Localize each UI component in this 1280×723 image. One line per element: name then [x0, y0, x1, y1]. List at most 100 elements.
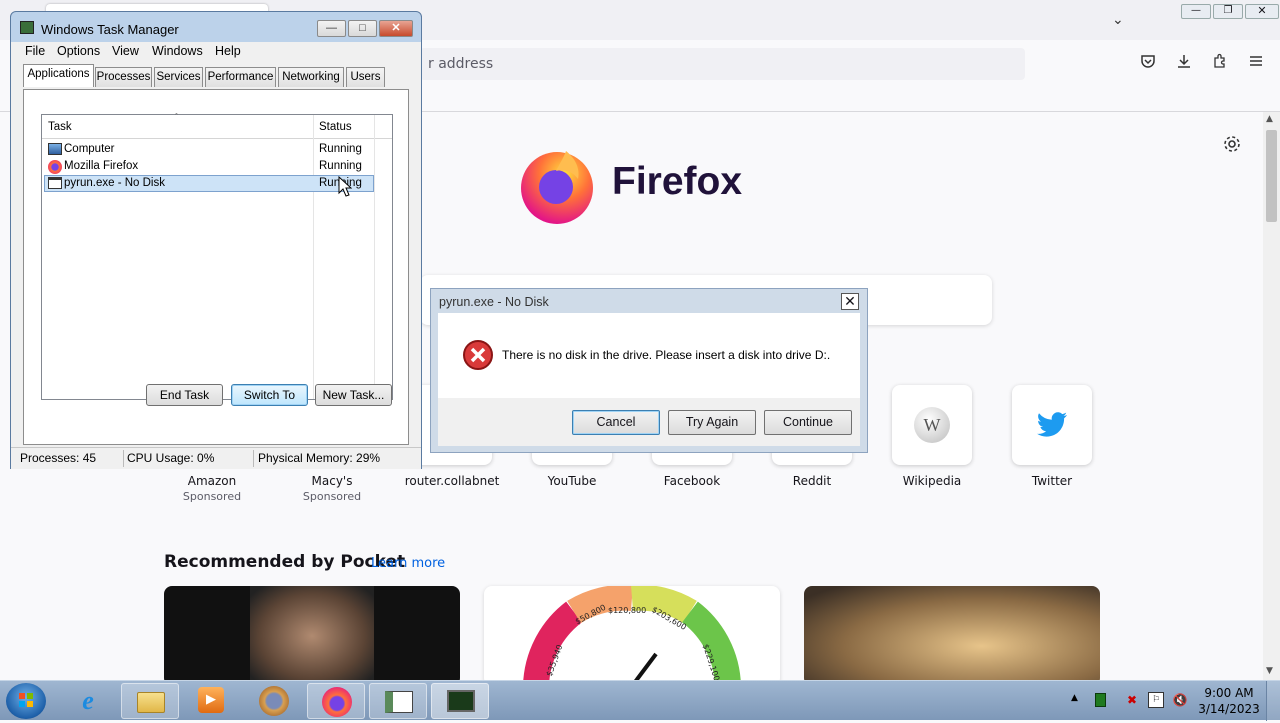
tray-show-hidden-icon[interactable]: ▲	[1071, 693, 1078, 703]
tab-networking[interactable]: Networking	[278, 67, 344, 87]
mouse-cursor-icon	[338, 175, 353, 198]
shortcut-label-router[interactable]: router.collabnet	[392, 474, 512, 488]
explorer-taskbar-button[interactable]	[121, 683, 179, 719]
column-divider	[374, 115, 375, 399]
scrollbar-up-arrow[interactable]: ▲	[1266, 114, 1273, 124]
tab-services[interactable]: Services	[154, 67, 203, 87]
internet-explorer-icon[interactable]: e	[72, 686, 104, 716]
pocket-card-1[interactable]	[164, 586, 460, 686]
dialog-title: pyrun.exe - No Disk	[439, 295, 549, 309]
wikipedia-globe-icon: W	[914, 407, 950, 443]
menu-help[interactable]: Help	[215, 44, 241, 58]
sort-arrow-icon: ˆ	[175, 112, 178, 122]
tab-applications[interactable]: Applications	[23, 64, 94, 87]
pocket-icon[interactable]	[1136, 52, 1160, 76]
shortcut-label-twitter[interactable]: Twitter	[992, 474, 1112, 488]
extensions-icon[interactable]	[1208, 52, 1232, 76]
app-menu-icon[interactable]	[1244, 52, 1268, 76]
error-icon	[462, 339, 494, 371]
shortcut-label-wikipedia[interactable]: Wikipedia	[872, 474, 992, 488]
task-row-selected[interactable]: pyrun.exe - No Disk Running	[44, 175, 374, 192]
task-row[interactable]: Computer Running	[44, 141, 374, 158]
shortcut-sponsored-macys: Sponsored	[302, 490, 362, 503]
show-desktop-button[interactable]	[1266, 681, 1280, 721]
settings-gear-icon[interactable]	[1222, 134, 1242, 154]
firefox-pinned-icon[interactable]	[259, 686, 289, 716]
shortcut-tile-twitter[interactable]	[1012, 385, 1092, 465]
task-status: Running	[319, 143, 362, 155]
continue-button[interactable]: Continue	[764, 410, 852, 435]
clock[interactable]: 9:00 AM 3/14/2023	[1198, 685, 1260, 717]
task-manager-taskbar-button[interactable]	[431, 683, 489, 719]
tray-action-center-icon[interactable]: ⚐	[1148, 692, 1164, 708]
status-divider	[253, 450, 254, 467]
dialog-message: There is no disk in the drive. Please in…	[502, 348, 831, 362]
tm-statusbar: Processes: 45 CPU Usage: 0% Physical Mem…	[11, 447, 421, 469]
status-cpu: CPU Usage: 0%	[127, 451, 215, 465]
start-button[interactable]	[6, 683, 46, 719]
new-task-button[interactable]: New Task...	[315, 384, 392, 406]
try-again-button[interactable]: Try Again	[668, 410, 756, 435]
clock-time: 9:00 AM	[1204, 686, 1254, 700]
shortcut-label-facebook[interactable]: Facebook	[632, 474, 752, 488]
task-status: Running	[319, 160, 362, 172]
menu-view[interactable]: View	[112, 44, 139, 58]
twitter-bird-icon	[1036, 411, 1068, 439]
shortcut-label-youtube[interactable]: YouTube	[512, 474, 632, 488]
switch-to-button[interactable]: Switch To	[231, 384, 308, 406]
scrollbar-down-arrow[interactable]: ▼	[1266, 666, 1273, 676]
shortcut-tile-wikipedia[interactable]: W	[892, 385, 972, 465]
shortcut-label-amazon[interactable]: Amazon	[152, 474, 272, 488]
end-task-button[interactable]: End Task	[146, 384, 223, 406]
tray-app-icon[interactable]	[1095, 693, 1106, 707]
pocket-card-2[interactable]: $50,800 $120,800 $203,600 $35,940 $229,1…	[484, 586, 780, 686]
menu-options[interactable]: Options	[57, 44, 100, 58]
task-name: pyrun.exe - No Disk	[64, 177, 165, 189]
address-bar[interactable]: r address	[420, 48, 1025, 80]
windows-logo-icon	[19, 693, 33, 707]
browser-close-button[interactable]: ✕	[1245, 4, 1279, 19]
tab-performance[interactable]: Performance	[205, 67, 276, 87]
dialog-close-icon[interactable]: ✕	[841, 293, 859, 310]
pyrun-taskbar-button[interactable]	[369, 683, 427, 719]
taskbar: e ▶ ▲ ✖ ⚐ 🔇 9:00 AM 3/14/2023	[0, 680, 1280, 721]
computer-icon	[48, 143, 62, 155]
tab-processes[interactable]: Processes	[95, 67, 152, 87]
task-manager-app-icon	[20, 21, 34, 34]
menu-file[interactable]: File	[25, 44, 45, 58]
shortcut-sponsored-amazon: Sponsored	[182, 490, 242, 503]
tm-minimize-button[interactable]: —	[317, 20, 346, 37]
gauge-label-2: $120,800	[608, 606, 647, 615]
column-task[interactable]: Task	[48, 121, 72, 133]
firefox-taskbar-button[interactable]	[307, 683, 365, 719]
browser-minimize-button[interactable]: —	[1181, 4, 1211, 19]
downloads-icon[interactable]	[1172, 52, 1196, 76]
shortcut-label-reddit[interactable]: Reddit	[752, 474, 872, 488]
dialog-footer: Cancel Try Again Continue	[438, 398, 860, 446]
pocket-card-1-image	[250, 586, 374, 686]
tray-volume-muted-icon[interactable]: 🔇	[1172, 692, 1188, 708]
tm-body: Applications Processes Services Performa…	[11, 62, 421, 447]
menu-windows[interactable]: Windows	[152, 44, 203, 58]
task-name: Mozilla Firefox	[64, 160, 139, 172]
tab-users[interactable]: Users	[346, 67, 385, 87]
pocket-learn-more-link[interactable]: Learn more	[371, 556, 445, 571]
tm-maximize-button[interactable]: □	[348, 20, 377, 37]
pocket-card-3[interactable]	[804, 586, 1100, 686]
tray-network-error-icon[interactable]: ✖	[1124, 692, 1140, 708]
shortcut-label-macys[interactable]: Macy's	[272, 474, 392, 488]
tm-close-button[interactable]: ✕	[379, 20, 413, 37]
cancel-button[interactable]: Cancel	[572, 410, 660, 435]
pocket-heading: Recommended by Pocket	[164, 552, 406, 572]
task-list[interactable]: Task ˆ Status Computer Running Mozilla F…	[41, 112, 393, 400]
dialog-body: There is no disk in the drive. Please in…	[438, 313, 860, 398]
media-player-icon[interactable]: ▶	[198, 687, 224, 713]
window-app-icon	[385, 691, 413, 713]
scrollbar-thumb[interactable]	[1266, 130, 1277, 222]
pocket-card-2-gauge-image	[523, 586, 741, 686]
column-status[interactable]: Status	[319, 121, 352, 133]
tab-list-chevron-icon[interactable]: ⌄	[1112, 12, 1124, 28]
page-scrollbar[interactable]: ▲ ▼	[1263, 112, 1280, 680]
task-row[interactable]: Mozilla Firefox Running	[44, 158, 374, 175]
browser-restore-button[interactable]: ❐	[1213, 4, 1243, 19]
